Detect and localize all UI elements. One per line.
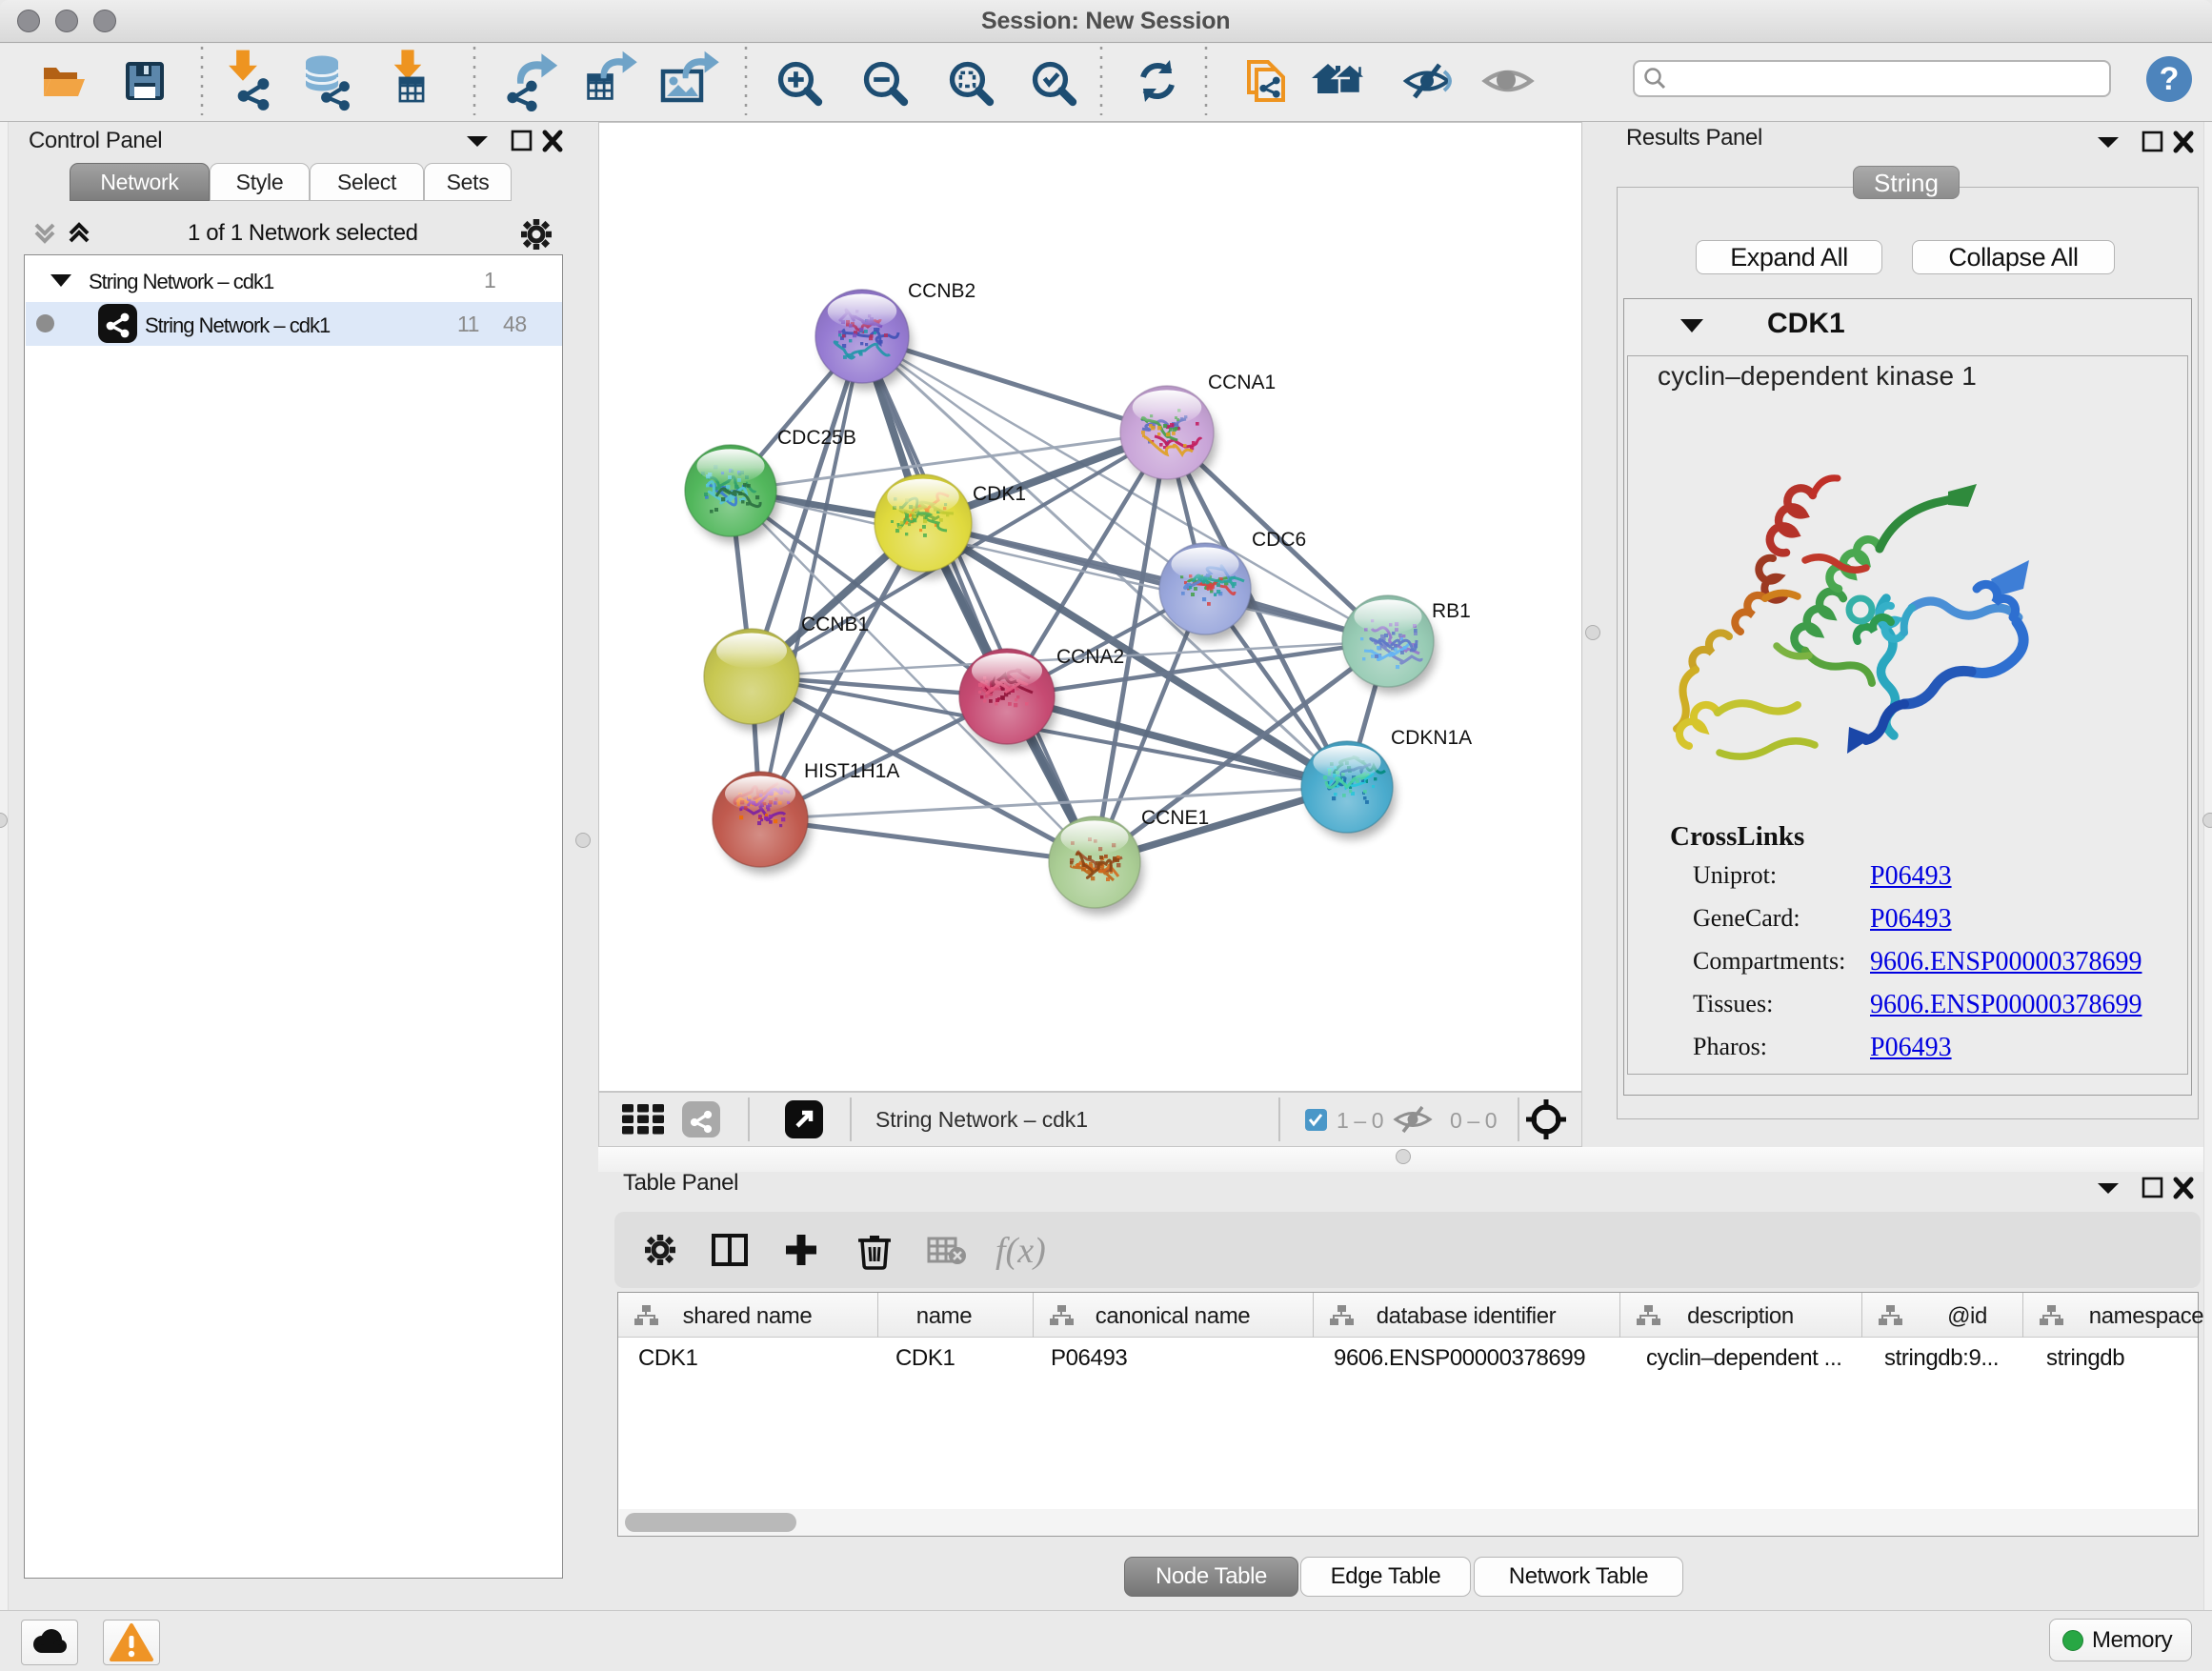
svg-text:CCNA1: CCNA1 bbox=[1208, 372, 1276, 393]
svg-text:CCNB1: CCNB1 bbox=[801, 614, 869, 635]
svg-text:f(x): f(x) bbox=[995, 1231, 1046, 1271]
svg-text:RB1: RB1 bbox=[1432, 600, 1471, 622]
svg-text:CCNE1: CCNE1 bbox=[1141, 807, 1209, 829]
svg-text:CDC6: CDC6 bbox=[1252, 529, 1306, 551]
svg-text:CCNA2: CCNA2 bbox=[1056, 646, 1124, 668]
svg-text:CCNB2: CCNB2 bbox=[908, 280, 975, 302]
svg-text:CDC25B: CDC25B bbox=[777, 427, 856, 449]
svg-text:HIST1H1A: HIST1H1A bbox=[804, 760, 899, 782]
svg-text:CDKN1A: CDKN1A bbox=[1391, 727, 1472, 749]
svg-text:?: ? bbox=[2160, 61, 2180, 97]
svg-text:CDK1: CDK1 bbox=[973, 483, 1026, 505]
